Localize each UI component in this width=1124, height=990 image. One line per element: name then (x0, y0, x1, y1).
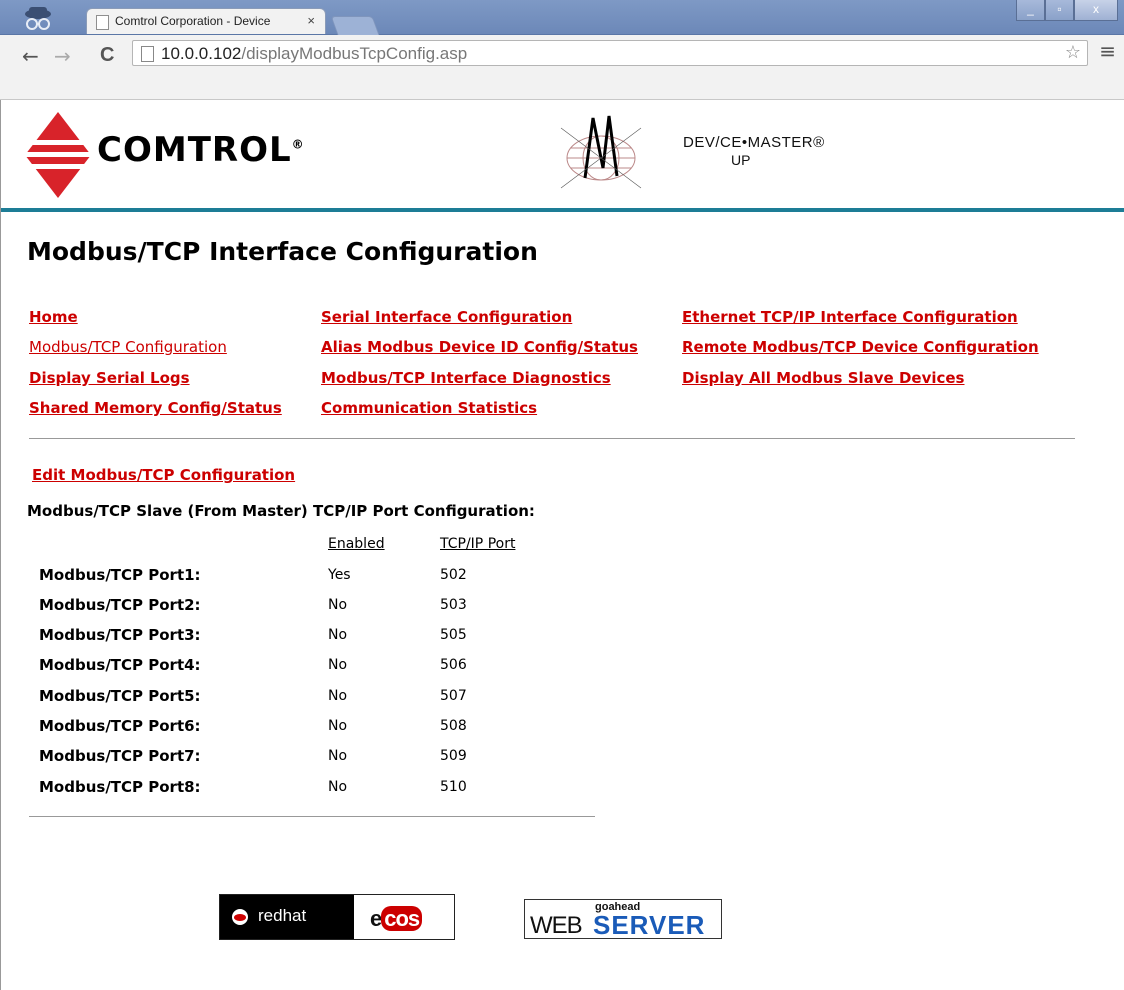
window-titlebar: Comtrol Corporation - Device × _ ▫ x (0, 0, 1124, 35)
port-number: 507 (440, 688, 467, 704)
port-number: 510 (440, 779, 467, 795)
comtrol-logo: COMTROL® (23, 100, 333, 210)
edit-modbus-tcp-link[interactable]: Edit Modbus/TCP Configuration (32, 466, 295, 484)
nav-link-display-serial-logs[interactable]: Display Serial Logs (29, 369, 190, 387)
forward-arrow-icon[interactable]: → (54, 44, 71, 68)
nav-link-ethernet-tcpip[interactable]: Ethernet TCP/IP Interface Configuration (682, 308, 1018, 326)
port-enabled: No (328, 718, 348, 734)
page-favicon-icon (96, 15, 109, 30)
port-number: 506 (440, 657, 467, 673)
url-path: /displayModbusTcpConfig.asp (241, 44, 468, 63)
tab-title: Comtrol Corporation - Device (115, 14, 271, 28)
tab-close-icon[interactable]: × (307, 13, 315, 28)
new-tab-button[interactable] (330, 16, 380, 35)
table-row: Modbus/TCP Port8: No 510 (1, 778, 601, 808)
port-enabled: No (328, 657, 348, 673)
port-label: Modbus/TCP Port3: (39, 626, 201, 644)
port-label: Modbus/TCP Port7: (39, 747, 201, 765)
close-window-button[interactable]: x (1074, 0, 1118, 21)
port-label: Modbus/TCP Port1: (39, 566, 201, 584)
product-name: DEV/CE•MASTER® (683, 134, 825, 151)
table-row: Modbus/TCP Port2: No 503 (1, 596, 601, 626)
port-number: 503 (440, 597, 467, 613)
port-number: 508 (440, 718, 467, 734)
nav-link-modbus-diagnostics[interactable]: Modbus/TCP Interface Diagnostics (321, 369, 611, 387)
nav-link-communication-statistics[interactable]: Communication Statistics (321, 399, 537, 417)
brand-name: COMTROL® (97, 130, 305, 170)
port-enabled: Yes (328, 567, 351, 583)
comtrol-diamond-icon (23, 112, 93, 198)
table-row: Modbus/TCP Port7: No 509 (1, 747, 601, 777)
nav-link-shared-memory[interactable]: Shared Memory Config/Status (29, 399, 282, 417)
port-label: Modbus/TCP Port4: (39, 656, 201, 674)
redhat-ecos-logo: redhat e cos (219, 894, 455, 940)
port-number: 509 (440, 748, 467, 764)
nav-link-home[interactable]: Home (29, 308, 78, 326)
window-controls: _ ▫ x (1016, 0, 1118, 22)
table-row: Modbus/TCP Port3: No 505 (1, 626, 601, 656)
address-bar[interactable]: 10.0.0.102/displayModbusTcpConfig.asp ☆ (132, 40, 1088, 66)
back-arrow-icon[interactable]: ← (22, 44, 39, 68)
column-header-enabled: Enabled (328, 536, 385, 552)
port-label: Modbus/TCP Port5: (39, 687, 201, 705)
maximize-button[interactable]: ▫ (1045, 0, 1074, 21)
nav-link-remote-modbus-device[interactable]: Remote Modbus/TCP Device Configuration (682, 338, 1039, 356)
port-label: Modbus/TCP Port6: (39, 717, 201, 735)
page-icon (141, 46, 154, 62)
port-enabled: No (328, 748, 348, 764)
browser-toolbar: ← → C 10.0.0.102/displayModbusTcpConfig.… (0, 35, 1124, 100)
port-enabled: No (328, 688, 348, 704)
nav-link-modbus-tcp-configuration[interactable]: Modbus/TCP Configuration (29, 338, 227, 356)
column-header-port: TCP/IP Port (440, 536, 516, 552)
reload-icon[interactable]: C (100, 44, 114, 67)
table-row: Modbus/TCP Port5: No 507 (1, 687, 601, 717)
port-label: Modbus/TCP Port2: (39, 596, 201, 614)
redhat-icon (232, 909, 248, 925)
port-number: 505 (440, 627, 467, 643)
product-model: UP (731, 152, 751, 168)
minimize-button[interactable]: _ (1016, 0, 1045, 21)
devicemaster-globe-icon (560, 115, 642, 189)
table-row: Modbus/TCP Port1: Yes 502 (1, 566, 601, 596)
goahead-webserver-logo: goahead WEB SERVER (524, 899, 722, 940)
ecos-cos: cos (381, 906, 423, 931)
table-row: Modbus/TCP Port4: No 506 (1, 656, 601, 686)
nav-link-alias-modbus-device[interactable]: Alias Modbus Device ID Config/Status (321, 338, 638, 356)
header-divider (1, 208, 1124, 212)
incognito-icon (25, 7, 51, 30)
url-text: 10.0.0.102/displayModbusTcpConfig.asp (161, 44, 467, 64)
page-content: COMTROL® DEV/CE•MASTER® UP Modbus/TCP In… (0, 100, 1124, 990)
nav-divider (29, 438, 1075, 439)
ecos-e: e (370, 906, 382, 931)
section-label: Modbus/TCP Slave (From Master) TCP/IP Po… (27, 502, 535, 520)
nav-link-display-slave-devices[interactable]: Display All Modbus Slave Devices (682, 369, 965, 387)
port-number: 502 (440, 567, 467, 583)
url-host: 10.0.0.102 (161, 44, 242, 63)
page-title: Modbus/TCP Interface Configuration (27, 237, 538, 266)
browser-tab[interactable]: Comtrol Corporation - Device × (86, 8, 326, 34)
ecos-text: e cos (370, 906, 423, 932)
bookmark-star-icon[interactable]: ☆ (1065, 42, 1081, 63)
port-enabled: No (328, 627, 348, 643)
port-enabled: No (328, 779, 348, 795)
web-text: WEB (530, 912, 583, 939)
port-enabled: No (328, 597, 348, 613)
server-text: SERVER (593, 910, 706, 940)
table-divider (29, 816, 595, 817)
brand-registered: ® (291, 137, 305, 152)
table-row: Modbus/TCP Port6: No 508 (1, 717, 601, 747)
browser-menu-icon[interactable]: ≡ (1099, 39, 1116, 63)
redhat-text: redhat (258, 906, 307, 925)
nav-link-serial-interface[interactable]: Serial Interface Configuration (321, 308, 572, 326)
brand-text: COMTROL (97, 130, 292, 170)
port-label: Modbus/TCP Port8: (39, 778, 201, 796)
